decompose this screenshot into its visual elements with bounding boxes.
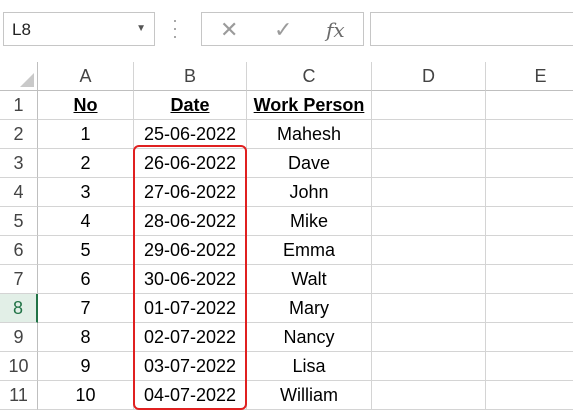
cell-b6[interactable]: 29-06-2022 — [134, 236, 247, 265]
cell-b4[interactable]: 27-06-2022 — [134, 178, 247, 207]
cell-a1[interactable]: No — [38, 91, 134, 120]
cell-a5[interactable]: 4 — [38, 207, 134, 236]
cell-c10[interactable]: Lisa — [247, 352, 372, 381]
name-box-value: L8 — [12, 20, 31, 39]
row-header-8[interactable]: 8 — [0, 294, 38, 323]
cell-b9[interactable]: 02-07-2022 — [134, 323, 247, 352]
cell-a9[interactable]: 8 — [38, 323, 134, 352]
column-header-e[interactable]: E — [486, 62, 573, 91]
select-all-button[interactable] — [0, 62, 38, 91]
cancel-icon[interactable]: ✕ — [220, 17, 238, 43]
cell-d10[interactable] — [372, 352, 486, 381]
cell-e6[interactable] — [486, 236, 573, 265]
cell-e7[interactable] — [486, 265, 573, 294]
cell-c9[interactable]: Nancy — [247, 323, 372, 352]
cell-c1[interactable]: Work Person — [247, 91, 372, 120]
cell-e1[interactable] — [486, 91, 573, 120]
cell-a10[interactable]: 9 — [38, 352, 134, 381]
cell-e4[interactable] — [486, 178, 573, 207]
cell-e9[interactable] — [486, 323, 573, 352]
cell-a11[interactable]: 10 — [38, 381, 134, 410]
cell-d11[interactable] — [372, 381, 486, 410]
cell-b5[interactable]: 28-06-2022 — [134, 207, 247, 236]
cell-b1[interactable]: Date — [134, 91, 247, 120]
row-header-7[interactable]: 7 — [0, 265, 38, 294]
cell-a8[interactable]: 7 — [38, 294, 134, 323]
insert-function-icon[interactable]: fx — [326, 18, 345, 42]
row-header-6[interactable]: 6 — [0, 236, 38, 265]
row-header-5[interactable]: 5 — [0, 207, 38, 236]
cell-c11[interactable]: William — [247, 381, 372, 410]
cell-a3[interactable]: 2 — [38, 149, 134, 178]
row-header-10[interactable]: 10 — [0, 352, 38, 381]
row-header-3[interactable]: 3 — [0, 149, 38, 178]
cell-a7[interactable]: 6 — [38, 265, 134, 294]
cell-d7[interactable] — [372, 265, 486, 294]
cell-d5[interactable] — [372, 207, 486, 236]
name-box[interactable]: L8 ▼ — [3, 12, 155, 46]
column-header-b[interactable]: B — [134, 62, 247, 91]
row-header-1[interactable]: 1 — [0, 91, 38, 120]
chevron-down-icon[interactable]: ▼ — [136, 23, 146, 34]
cell-c4[interactable]: John — [247, 178, 372, 207]
cell-e3[interactable] — [486, 149, 573, 178]
cell-b2[interactable]: 25-06-2022 — [134, 120, 247, 149]
row-header-11[interactable]: 11 — [0, 381, 38, 410]
formula-buttons: ✕ ✓ fx — [201, 12, 364, 46]
formula-input[interactable] — [370, 12, 573, 46]
cell-d9[interactable] — [372, 323, 486, 352]
enter-icon[interactable]: ✓ — [274, 17, 292, 43]
column-header-d[interactable]: D — [372, 62, 486, 91]
cell-e2[interactable] — [486, 120, 573, 149]
column-header-c[interactable]: C — [247, 62, 372, 91]
cell-e8[interactable] — [486, 294, 573, 323]
row-header-4[interactable]: 4 — [0, 178, 38, 207]
cell-c6[interactable]: Emma — [247, 236, 372, 265]
row-header-2[interactable]: 2 — [0, 120, 38, 149]
cell-d3[interactable] — [372, 149, 486, 178]
cell-e11[interactable] — [486, 381, 573, 410]
cell-b7[interactable]: 30-06-2022 — [134, 265, 247, 294]
cell-b11[interactable]: 04-07-2022 — [134, 381, 247, 410]
cell-a4[interactable]: 3 — [38, 178, 134, 207]
cell-c2[interactable]: Mahesh — [247, 120, 372, 149]
cell-b3[interactable]: 26-06-2022 — [134, 149, 247, 178]
cell-c8[interactable]: Mary — [247, 294, 372, 323]
cell-d2[interactable] — [372, 120, 486, 149]
cell-b8[interactable]: 01-07-2022 — [134, 294, 247, 323]
cell-d1[interactable] — [372, 91, 486, 120]
cell-b10[interactable]: 03-07-2022 — [134, 352, 247, 381]
cell-e10[interactable] — [486, 352, 573, 381]
row-header-9[interactable]: 9 — [0, 323, 38, 352]
cell-a2[interactable]: 1 — [38, 120, 134, 149]
formula-bar-area: L8 ▼ · · · ✕ ✓ fx — [0, 0, 573, 62]
cell-d4[interactable] — [372, 178, 486, 207]
cell-c7[interactable]: Walt — [247, 265, 372, 294]
cell-d6[interactable] — [372, 236, 486, 265]
cell-d8[interactable] — [372, 294, 486, 323]
column-header-a[interactable]: A — [38, 62, 134, 91]
more-options-icon[interactable]: · · · — [172, 11, 178, 45]
cell-c5[interactable]: Mike — [247, 207, 372, 236]
cell-c3[interactable]: Dave — [247, 149, 372, 178]
cell-a6[interactable]: 5 — [38, 236, 134, 265]
cell-e5[interactable] — [486, 207, 573, 236]
